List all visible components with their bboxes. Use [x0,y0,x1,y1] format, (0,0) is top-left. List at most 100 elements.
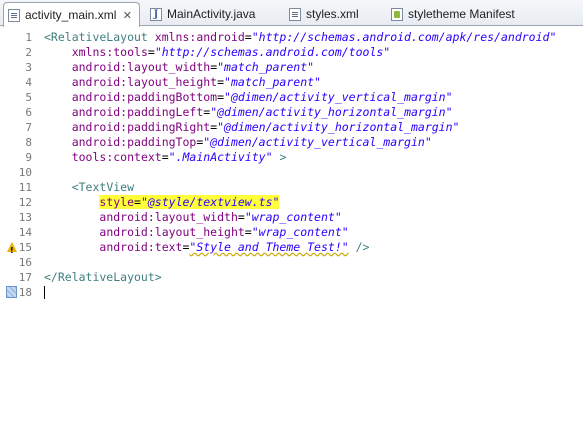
code-token-sp [44,90,72,104]
current-line-marker-icon [6,286,17,298]
code-line[interactable]: 1 <RelativeLayout xmlns:android="http://s… [0,30,583,45]
code-line[interactable]: 5 android:paddingBottom="@dimen/activity… [0,90,583,105]
code-token-eq: = [161,150,169,164]
line-number: 1 [25,31,32,44]
code-text: </RelativeLayout> [44,270,162,285]
code-line[interactable]: 12 style="@style/textview.ts" [0,195,583,210]
line-number: 6 [25,106,32,119]
close-icon[interactable]: ✕ [122,9,132,22]
tab-mainactivity-java[interactable]: J MainActivity.java [146,2,276,26]
code-text: android:layout_height="wrap_content" [44,225,348,240]
code-token-attr: android:layout_width [99,210,238,224]
tab-label: styletheme Manifest [408,7,515,21]
code-line[interactable]: 17 </RelativeLayout> [0,270,583,285]
java-file-icon: J [150,7,162,21]
code-token-tag: > [272,150,287,164]
code-token-sp [44,150,72,164]
line-number: 8 [25,136,32,149]
code-line[interactable]: 7 android:paddingRight="@dimen/activity_… [0,120,583,135]
code-token-attr: android:layout_height [71,75,218,89]
code-token-val: "wrap_content" [244,210,342,224]
code-text: android:paddingTop="@dimen/activity_vert… [44,135,432,150]
line-number: 9 [25,151,32,164]
code-token-sp [44,195,99,209]
code-line[interactable]: 6 android:paddingLeft="@dimen/activity_h… [0,105,583,120]
code-text: android:text="Style and Theme Test!" /> [44,240,369,255]
code-token-eq: = [237,210,245,224]
xml-file-icon [8,8,20,22]
text-caret [44,286,45,299]
code-line[interactable]: 16 [0,255,583,270]
code-token-attr: android:text [99,240,183,254]
line-number: 3 [25,61,32,74]
code-token-val: "@dimen/activity_vertical_margin" [203,135,432,149]
line-number: 14 [18,226,32,239]
code-token-sp [44,120,72,134]
code-token-warnval: "Style and Theme Test!" [189,240,349,254]
code-line[interactable]: 13 android:layout_width="wrap_content" [0,210,583,225]
manifest-file-icon [391,7,403,21]
code-line[interactable]: 11 <TextView [0,180,583,195]
code-token-attr: android:paddingTop [71,135,197,149]
code-token-sp [44,210,99,224]
code-text: android:layout_height="match_parent" [44,75,321,90]
code-line[interactable]: 10 [0,165,583,180]
code-text: <TextView [44,180,134,195]
line-number: 7 [25,121,32,134]
tab-styles-xml[interactable]: styles.xml [285,2,385,26]
code-line[interactable]: 14 android:layout_height="wrap_content" [0,225,583,240]
line-number: 5 [25,91,32,104]
code-text: android:paddingBottom="@dimen/activity_v… [44,90,453,105]
code-token-val: "@dimen/activity_horizontal_margin" [217,120,460,134]
tab-label: MainActivity.java [167,7,256,21]
tab-label: styles.xml [306,7,359,21]
code-token-attr: xmlns:android [154,30,245,44]
code-token-sp [44,60,72,74]
code-token-attr: tools:context [71,150,162,164]
line-number: 4 [25,76,32,89]
code-token-val: "match_parent" [217,60,315,74]
code-line[interactable]: 2 xmlns:tools="http://schemas.android.co… [0,45,583,60]
line-number: 11 [18,181,32,194]
code-token-attr: android:paddingBottom [71,90,218,104]
code-token-sp [44,105,72,119]
code-token-val: "@dimen/activity_vertical_margin" [224,90,453,104]
code-token-hleq: = [134,195,141,209]
code-token-tag: </RelativeLayout> [44,270,162,284]
code-token-sp [44,135,72,149]
xml-file-icon [289,7,301,21]
code-line[interactable]: 15 android:text="Style and Theme Test!" … [0,240,583,258]
code-line[interactable]: 18 [0,285,583,300]
tab-activity-main-xml[interactable]: activity_main.xml ✕ [3,2,140,27]
code-editor[interactable]: 1 <RelativeLayout xmlns:android="http://s… [0,26,583,447]
code-token-sp [44,180,72,194]
editor-tab-bar: activity_main.xml ✕ J MainActivity.java … [0,0,583,27]
code-token-sp [44,45,72,59]
code-token-hlval: "@style/textview.ts" [140,195,280,209]
code-line[interactable]: 8 android:paddingTop="@dimen/activity_ve… [0,135,583,150]
code-text: android:paddingLeft="@dimen/activity_hor… [44,105,453,120]
line-number: 12 [18,196,32,209]
tab-styletheme-manifest[interactable]: styletheme Manifest [387,2,537,26]
line-number: 16 [18,256,32,269]
warning-icon[interactable] [7,242,17,258]
code-line[interactable]: 3 android:layout_width="match_parent" [0,60,583,75]
tab-label: activity_main.xml [25,8,117,22]
line-number: 13 [18,211,32,224]
code-token-val: "http://schemas.android.com/apk/res/andr… [251,30,557,44]
code-token-hlattr: style [99,195,135,209]
code-text: <RelativeLayout xmlns:android="http://sc… [44,30,556,45]
code-line[interactable]: 4 android:layout_height="match_parent" [0,75,583,90]
code-text: android:paddingRight="@dimen/activity_ho… [44,120,460,135]
code-token-attr: android:layout_height [99,225,245,239]
code-token-sp [44,75,72,89]
code-text: tools:context=".MainActivity" > [44,150,287,165]
code-text: xmlns:tools="http://schemas.android.com/… [44,45,391,60]
code-token-tag: <RelativeLayout [44,30,155,44]
code-line[interactable]: 9 tools:context=".MainActivity" > [0,150,583,165]
code-token-eq: = [244,225,252,239]
code-text: android:layout_width="match_parent" [44,60,314,75]
code-token-val: "match_parent" [224,75,321,89]
code-token-attr: android:layout_width [71,60,211,74]
code-token-eq: = [217,90,225,104]
